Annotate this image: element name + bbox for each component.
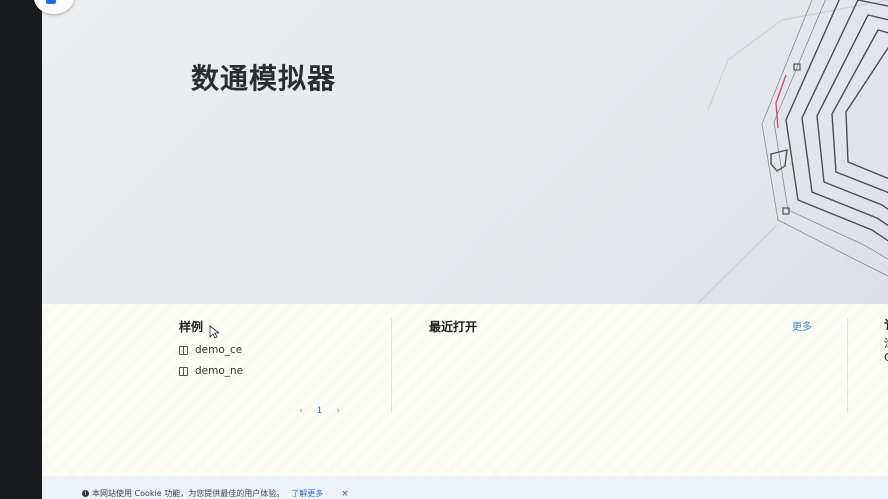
sample-item-demo-ne[interactable]: demo_ne	[179, 365, 391, 377]
cookie-learn-more-link[interactable]: 了解更多	[291, 488, 323, 499]
samples-pagination: ‹ 1 ›	[299, 406, 340, 416]
left-dark-bar	[0, 0, 42, 499]
book-icon	[179, 345, 188, 355]
page-title: 数通模拟器	[191, 62, 337, 95]
panel-divider	[391, 318, 392, 412]
pager-page-current[interactable]: 1	[317, 406, 323, 416]
cookie-banner-content: i 本网站使用 Cookie 功能，为您提供最佳的用户体验。 了解更多 ×	[82, 488, 349, 499]
hero-banner: 数通模拟器	[42, 0, 888, 304]
logo-mark-icon	[46, 0, 56, 4]
third-panel-partial: 讠 涂 C	[884, 318, 888, 370]
pager-prev-button[interactable]: ‹	[299, 406, 303, 416]
info-icon: i	[82, 490, 89, 497]
sample-item-label: demo_ce	[195, 344, 243, 356]
hero-decoration-graphic	[697, 0, 888, 304]
sample-item-demo-ce[interactable]: demo_ce	[179, 344, 391, 356]
third-panel-title: 讠	[884, 318, 888, 332]
cookie-text: 本网站使用 Cookie 功能，为您提供最佳的用户体验。	[92, 489, 285, 498]
mouse-cursor-icon	[209, 325, 219, 339]
recent-panel: 最近打开 更多	[429, 318, 812, 335]
panel-divider	[847, 318, 848, 412]
sample-item-label: demo_ne	[195, 365, 244, 377]
recent-more-link[interactable]: 更多	[792, 318, 812, 333]
cookie-banner: i 本网站使用 Cookie 功能，为您提供最佳的用户体验。 了解更多 ×	[42, 476, 888, 499]
book-icon	[179, 366, 188, 376]
recent-title: 最近打开	[429, 320, 478, 334]
pager-next-button[interactable]: ›	[336, 406, 340, 416]
cookie-close-button[interactable]: ×	[341, 489, 349, 499]
third-panel-line: C	[884, 351, 888, 364]
main-content: 样例 demo_ce demo_ne ‹ 1 › 最近打开 更多 讠 涂 C	[42, 304, 888, 476]
